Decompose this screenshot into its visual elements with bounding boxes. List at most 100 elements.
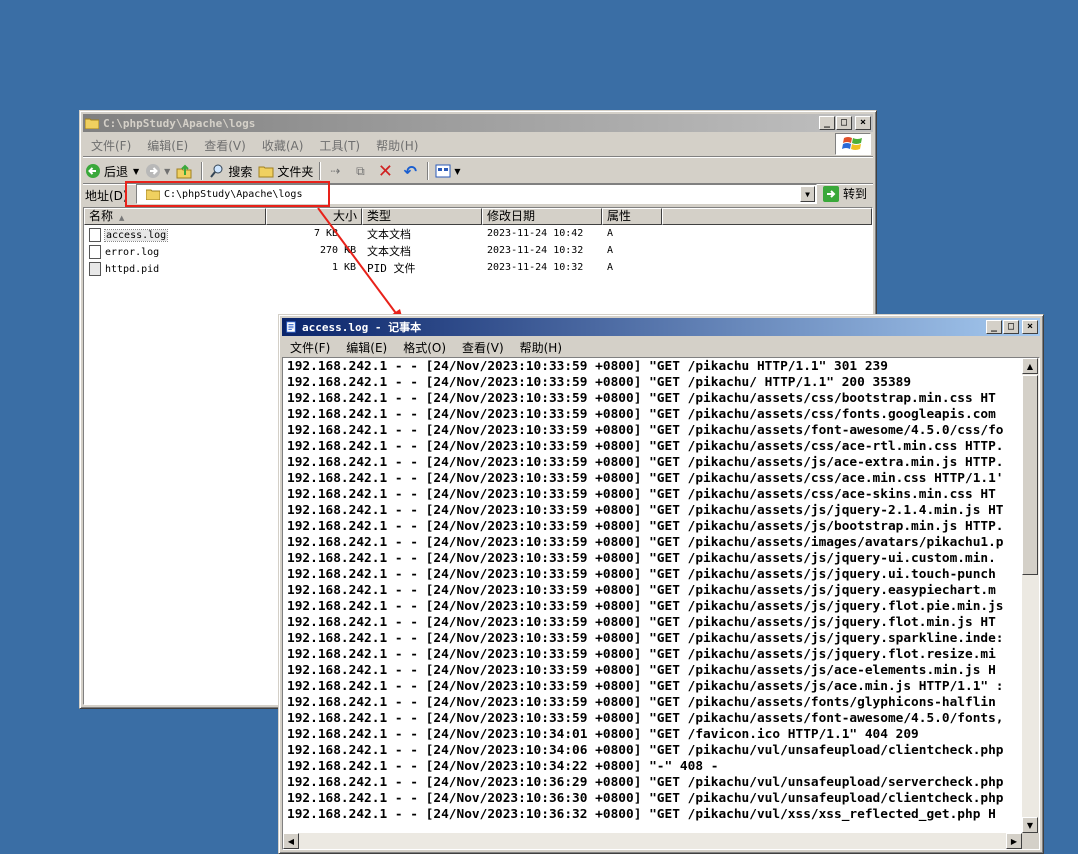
views-button[interactable]: ▼ [435,163,461,179]
address-label: 地址(D) [85,188,128,203]
search-button[interactable]: 搜索 [209,163,252,180]
log-line: 192.168.242.1 - - [24/Nov/2023:10:33:59 … [287,439,1004,454]
log-line: 192.168.242.1 - - [24/Nov/2023:10:33:59 … [287,663,996,678]
column-type[interactable]: 类型 [362,208,482,225]
back-button[interactable]: 后退 ▼ [85,163,139,180]
pid-file-icon [89,262,101,276]
maximize-button[interactable]: □ [836,116,852,130]
views-icon [435,163,451,179]
menu-file[interactable]: 文件(F) [83,137,139,154]
log-line: 192.168.242.1 - - [24/Nov/2023:10:33:59 … [287,455,1004,470]
explorer-titlebar[interactable]: C:\phpStudy\Apache\logs _ □ × [83,114,873,132]
log-line: 192.168.242.1 - - [24/Nov/2023:10:33:59 … [287,631,1004,646]
windows-logo-icon [835,133,871,155]
toolbar-separator [201,162,204,180]
file-size: 270 KB [320,245,357,256]
menu-edit[interactable]: 编辑(E) [139,137,196,154]
maximize-button[interactable]: □ [1003,320,1019,334]
log-line: 192.168.242.1 - - [24/Nov/2023:10:33:59 … [287,503,1004,518]
notepad-window: access.log - 记事本 _ □ × 文件(F) 编辑(E) 格式(O)… [278,314,1044,854]
menu-view[interactable]: 查看(V) [454,339,512,356]
annotation-highlight-box [125,181,330,207]
scroll-up-button[interactable]: ▲ [1022,358,1038,374]
file-name[interactable]: httpd.pid [84,262,159,276]
file-list-header: 名称 ▲ 大小 类型 修改日期 属性 [84,208,872,225]
search-icon [209,163,225,179]
log-line: 192.168.242.1 - - [24/Nov/2023:10:33:59 … [287,711,1004,726]
column-size[interactable]: 大小 [266,208,362,225]
delete-button[interactable]: ✕ [377,161,396,182]
log-line: 192.168.242.1 - - [24/Nov/2023:10:34:01 … [287,727,919,742]
column-attributes[interactable]: 属性 [602,208,662,225]
log-line: 192.168.242.1 - - [24/Nov/2023:10:33:59 … [287,519,1004,534]
text-file-icon [89,228,101,242]
log-content[interactable]: 192.168.242.1 - - [24/Nov/2023:10:33:59 … [287,359,1021,833]
copy-to-icon: ⧉ [356,163,365,178]
chevron-down-icon[interactable]: ▼ [133,167,139,176]
menu-help[interactable]: 帮助(H) [512,339,570,356]
column-name[interactable]: 名称 ▲ [84,208,266,225]
minimize-button[interactable]: _ [986,320,1002,334]
log-line: 192.168.242.1 - - [24/Nov/2023:10:33:59 … [287,487,996,502]
log-line: 192.168.242.1 - - [24/Nov/2023:10:33:59 … [287,679,1004,694]
chevron-down-icon[interactable]: ▼ [164,167,170,176]
search-label: 搜索 [228,164,253,179]
go-button[interactable]: 转到 [823,185,867,202]
notepad-title: access.log - 记事本 [302,321,422,334]
menu-view[interactable]: 查看(V) [196,137,254,154]
menu-edit[interactable]: 编辑(E) [338,339,395,356]
folders-button[interactable]: 文件夹 [258,163,313,180]
folder-icon [258,163,274,179]
copy-to-button[interactable]: ⧉ [352,163,371,179]
log-line: 192.168.242.1 - - [24/Nov/2023:10:33:59 … [287,567,996,582]
chevron-down-icon[interactable]: ▼ [454,167,460,176]
up-folder-button[interactable] [176,163,195,179]
log-line: 192.168.242.1 - - [24/Nov/2023:10:36:29 … [287,775,1004,790]
file-row[interactable]: httpd.pid 1 KB PID 文件 2023-11-24 10:32 A [84,260,684,277]
file-type: 文本文档 [367,228,411,241]
file-name[interactable]: error.log [84,245,159,259]
column-modified[interactable]: 修改日期 [482,208,602,225]
forward-button[interactable]: ▼ [145,163,170,179]
notepad-titlebar[interactable]: access.log - 记事本 _ □ × [282,318,1040,336]
log-line: 192.168.242.1 - - [24/Nov/2023:10:33:59 … [287,551,996,566]
log-line: 192.168.242.1 - - [24/Nov/2023:10:33:59 … [287,599,1004,614]
file-row[interactable]: error.log 270 KB 文本文档 2023-11-24 10:32 A [84,243,684,260]
vertical-scroll-thumb[interactable] [1022,375,1038,575]
minimize-button[interactable]: _ [819,116,835,130]
log-line: 192.168.242.1 - - [24/Nov/2023:10:33:59 … [287,535,1004,550]
log-line: 192.168.242.1 - - [24/Nov/2023:10:33:59 … [287,583,996,598]
explorer-title: C:\phpStudy\Apache\logs [103,116,256,130]
close-button[interactable]: × [855,116,871,130]
undo-icon: ↶ [403,161,418,181]
close-button[interactable]: × [1022,320,1038,334]
file-row[interactable]: access.log 7 KB 文本文档 2023-11-24 10:42 A [84,226,684,243]
notepad-text-area[interactable]: 192.168.242.1 - - [24/Nov/2023:10:33:59 … [282,357,1040,850]
log-line: 192.168.242.1 - - [24/Nov/2023:10:33:59 … [287,647,996,662]
file-size: 1 KB [332,262,357,273]
forward-arrow-icon [145,163,161,179]
scroll-down-button[interactable]: ▼ [1022,817,1038,833]
toolbar-separator [319,162,322,180]
menu-format[interactable]: 格式(O) [395,339,454,356]
vertical-scrollbar[interactable]: ▲ ▼ [1022,358,1039,833]
go-arrow-icon [823,185,839,202]
move-to-icon: ⇢ [330,164,341,178]
undo-button[interactable]: ↶ [402,161,421,181]
menu-favorites[interactable]: 收藏(A) [254,137,312,154]
go-label: 转到 [843,187,868,201]
menu-help[interactable]: 帮助(H) [368,137,426,154]
move-to-button[interactable]: ⇢ [327,163,346,179]
column-filler [662,208,872,225]
log-line: 192.168.242.1 - - [24/Nov/2023:10:36:32 … [287,807,996,822]
log-line: 192.168.242.1 - - [24/Nov/2023:10:33:59 … [287,375,912,390]
address-dropdown-button[interactable]: ▼ [800,186,815,202]
file-name[interactable]: access.log [84,228,169,242]
menu-tools[interactable]: 工具(T) [311,137,368,154]
log-line: 192.168.242.1 - - [24/Nov/2023:10:33:59 … [287,391,996,406]
log-line: 192.168.242.1 - - [24/Nov/2023:10:34:06 … [287,743,1004,758]
file-type: PID 文件 [367,262,416,275]
menu-file[interactable]: 文件(F) [282,339,338,356]
file-modified: 2023-11-24 10:32 [487,262,584,273]
log-line: 192.168.242.1 - - [24/Nov/2023:10:36:30 … [287,791,1004,806]
